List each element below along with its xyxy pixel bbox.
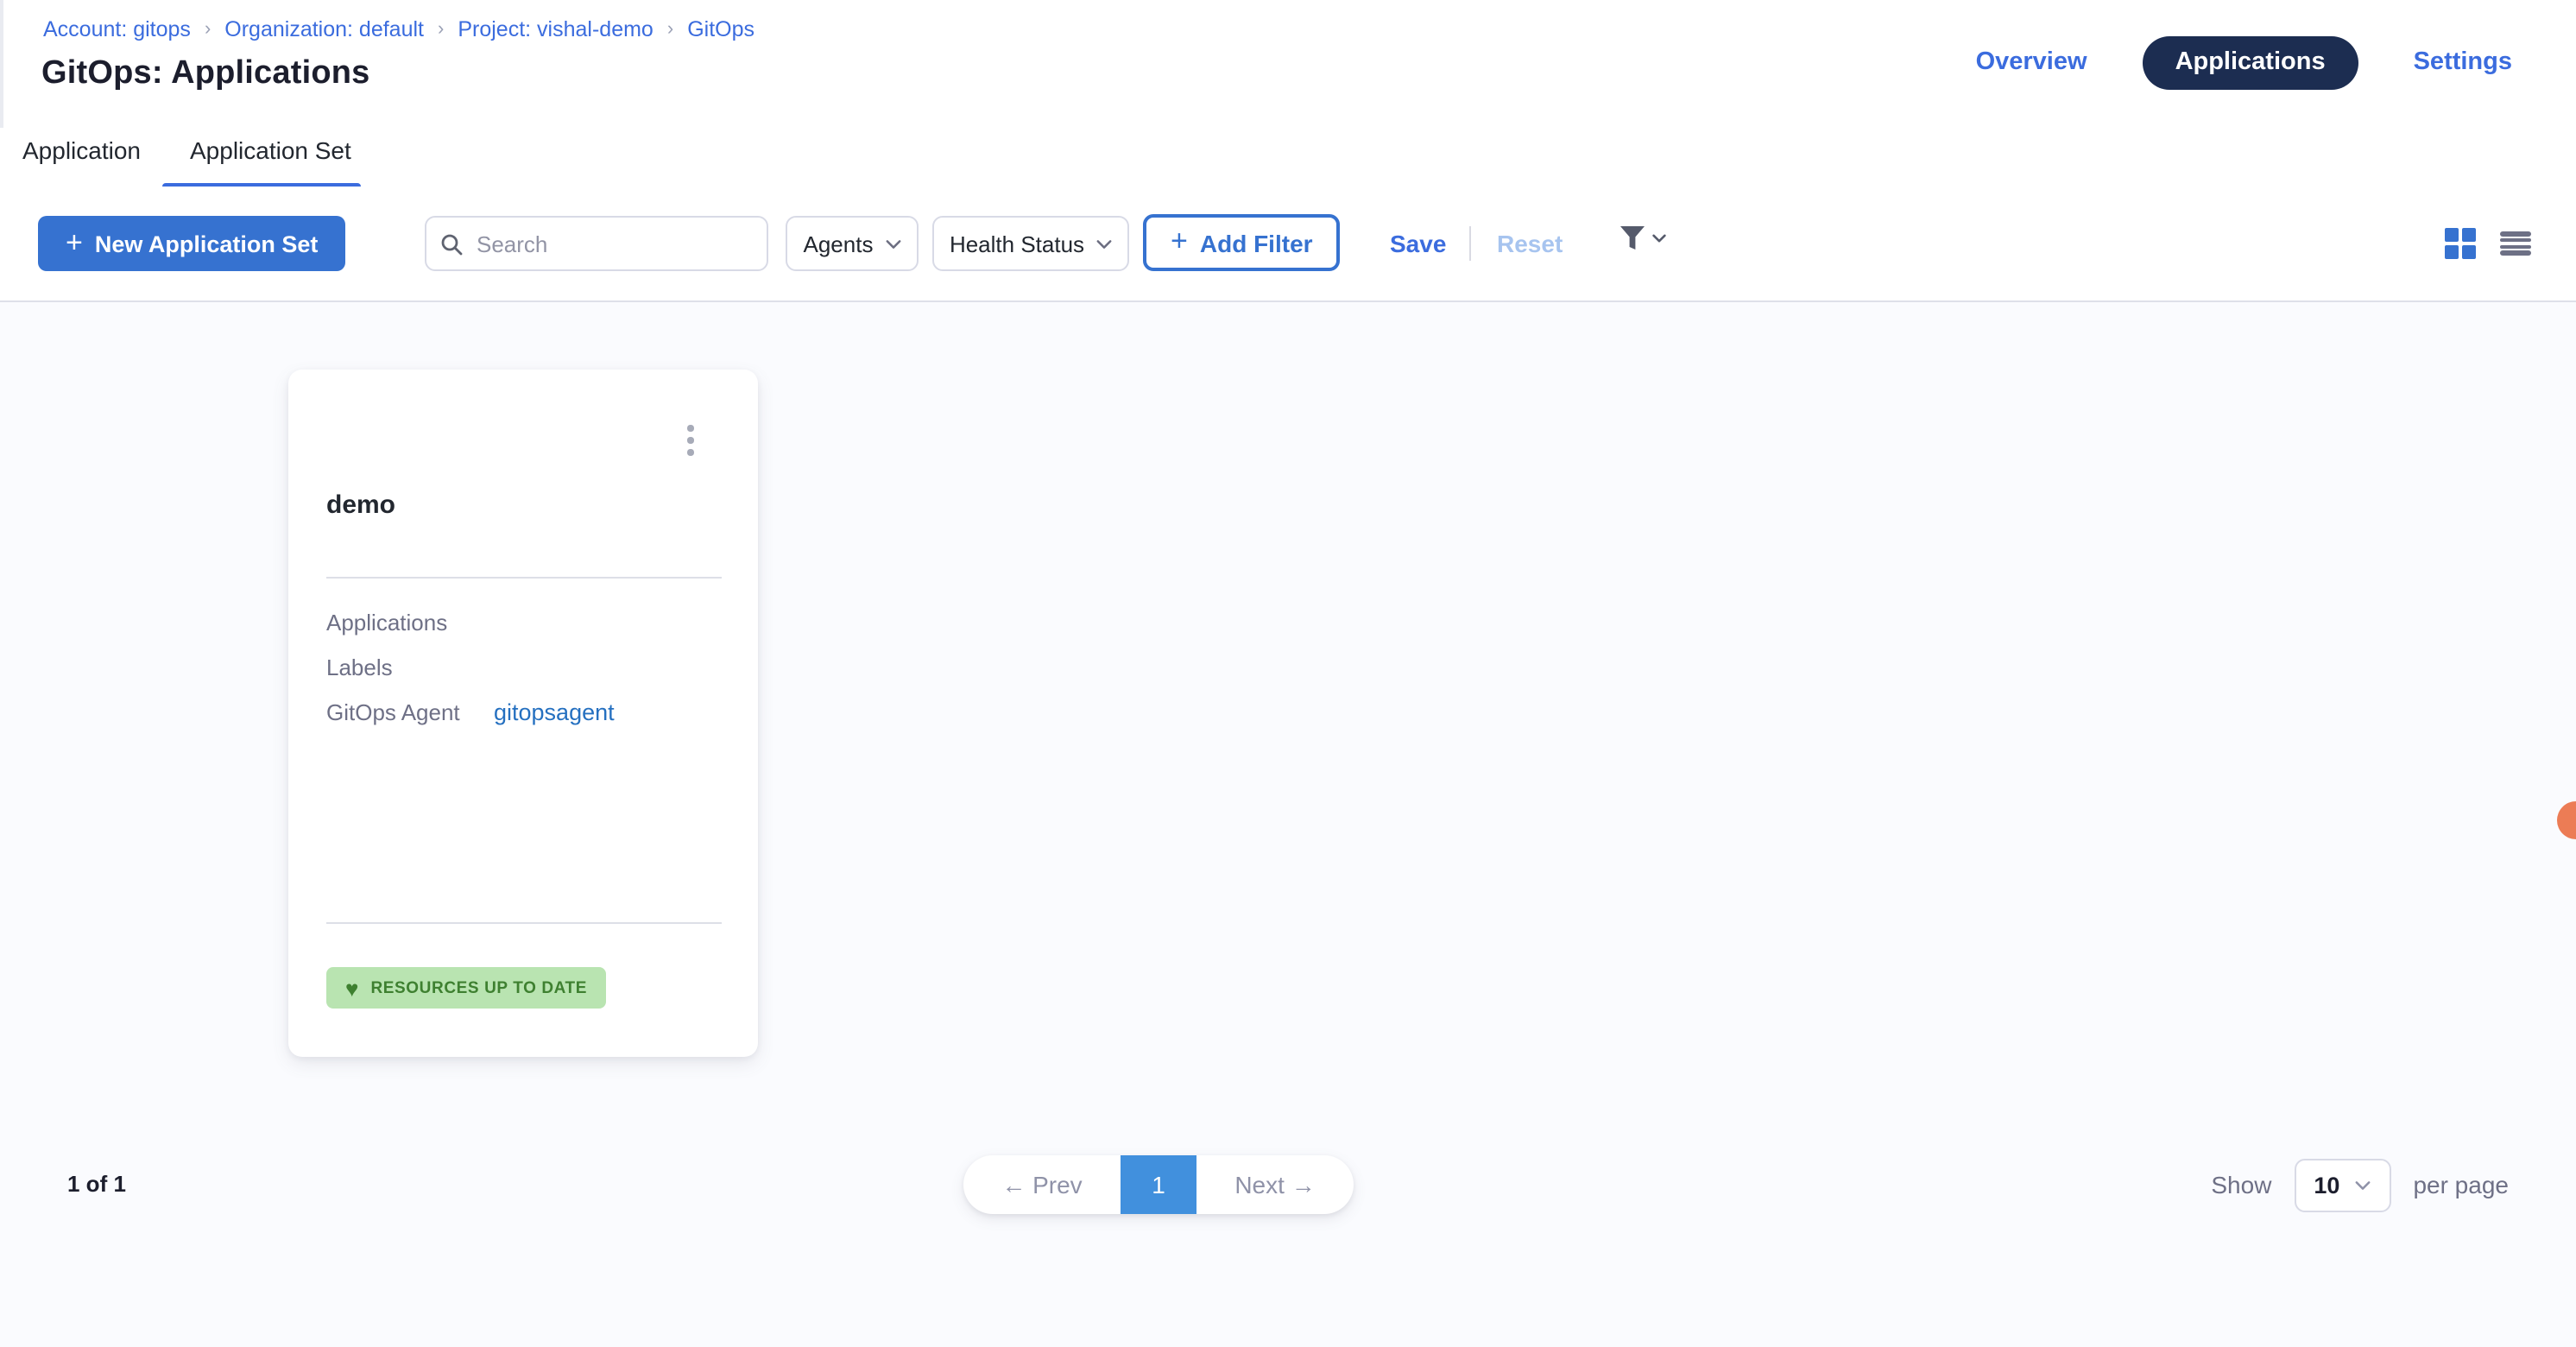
agents-filter-label: Agents	[804, 231, 874, 256]
toolbar: + New Application Set Agents Health Stat…	[0, 187, 2576, 302]
card-field-gitops-agent: GitOps Agent gitopsagent	[326, 689, 722, 734]
nav-applications[interactable]: Applications	[2143, 35, 2358, 89]
breadcrumb-gitops[interactable]: GitOps	[687, 17, 754, 41]
nav-settings[interactable]: Settings	[2414, 48, 2512, 76]
breadcrumb-separator: ›	[205, 19, 211, 40]
page-title: GitOps: Applications	[41, 55, 370, 93]
arrow-left-icon: ←	[1001, 1171, 1026, 1198]
health-status-filter-label: Health Status	[950, 231, 1084, 256]
chevron-down-icon	[1652, 233, 1666, 243]
arrow-right-icon: →	[1291, 1171, 1316, 1198]
card-field-applications: Applications	[326, 599, 722, 644]
plus-icon: +	[66, 227, 83, 256]
view-toggles	[2445, 228, 2531, 259]
breadcrumb-separator: ›	[438, 19, 444, 40]
card-divider	[326, 577, 722, 579]
card-menu-kebab-icon[interactable]	[681, 418, 701, 463]
prev-label: Prev	[1032, 1171, 1083, 1198]
card-fields: Applications Labels GitOps Agent gitopsa…	[326, 599, 722, 734]
next-label: Next	[1234, 1171, 1285, 1198]
page-number-button[interactable]: 1	[1121, 1155, 1196, 1214]
page-size-select[interactable]: 10	[2294, 1158, 2390, 1211]
tab-application-set[interactable]: Application Set	[190, 136, 351, 164]
field-label: GitOps Agent	[326, 699, 494, 724]
chevron-down-icon	[1096, 236, 1112, 251]
toolbar-divider	[1469, 226, 1471, 261]
health-status-filter-dropdown[interactable]: Health Status	[932, 216, 1129, 271]
breadcrumb: Account: gitops › Organization: default …	[43, 17, 754, 41]
content-area: demo Applications Labels GitOps Agent gi…	[0, 302, 2576, 1347]
plus-icon: +	[1171, 226, 1188, 256]
show-label: Show	[2211, 1171, 2271, 1198]
search-icon	[440, 232, 463, 255]
module-nav: Overview Applications Settings	[1976, 35, 2512, 90]
tab-bar: Application Application Set	[0, 128, 2576, 188]
breadcrumb-account[interactable]: Account: gitops	[43, 17, 191, 41]
agents-filter-dropdown[interactable]: Agents	[786, 216, 919, 271]
chevron-down-icon	[2355, 1177, 2371, 1192]
grid-view-icon[interactable]	[2445, 228, 2476, 259]
list-view-icon[interactable]	[2500, 230, 2531, 257]
results-count: 1 of 1	[67, 1171, 126, 1197]
new-application-set-button[interactable]: + New Application Set	[38, 216, 345, 271]
filter-funnel-icon	[1618, 224, 1647, 252]
filter-funnel-button[interactable]	[1618, 224, 1666, 252]
chevron-down-icon	[885, 236, 900, 251]
prev-page-button[interactable]: ← Prev	[963, 1171, 1121, 1198]
heart-icon: ♥	[345, 977, 358, 999]
status-badge-label: RESOURCES UP TO DATE	[370, 978, 587, 997]
card-title: demo	[326, 490, 395, 520]
application-set-card[interactable]: demo Applications Labels GitOps Agent gi…	[288, 370, 758, 1057]
per-page-label: per page	[2413, 1171, 2509, 1198]
page-size-control: Show 10 per page	[2211, 1155, 2509, 1214]
nav-overview[interactable]: Overview	[1976, 48, 2087, 76]
page-size-value: 10	[2314, 1172, 2339, 1198]
status-badge: ♥ RESOURCES UP TO DATE	[326, 967, 606, 1009]
feedback-widget-handle[interactable]	[2557, 801, 2576, 839]
save-filter-link[interactable]: Save	[1390, 230, 1446, 257]
tab-application[interactable]: Application	[22, 136, 141, 164]
add-filter-button[interactable]: + Add Filter	[1143, 214, 1341, 271]
breadcrumb-organization[interactable]: Organization: default	[224, 17, 424, 41]
new-application-set-label: New Application Set	[95, 231, 319, 256]
reset-filter-link[interactable]: Reset	[1497, 230, 1563, 257]
gitops-applications-page: Account: gitops › Organization: default …	[0, 0, 2576, 1347]
search-box[interactable]	[425, 216, 768, 271]
field-label: Applications	[326, 609, 494, 635]
next-page-button[interactable]: Next →	[1196, 1171, 1354, 1198]
breadcrumb-separator: ›	[667, 19, 673, 40]
pagination: ← Prev 1 Next →	[963, 1155, 1354, 1214]
card-divider	[326, 922, 722, 924]
search-input[interactable]	[473, 229, 753, 258]
gitops-agent-link[interactable]: gitopsagent	[494, 699, 615, 724]
card-field-labels: Labels	[326, 644, 722, 689]
breadcrumb-project[interactable]: Project: vishal-demo	[458, 17, 653, 41]
field-label: Labels	[326, 654, 494, 680]
add-filter-label: Add Filter	[1200, 229, 1313, 256]
